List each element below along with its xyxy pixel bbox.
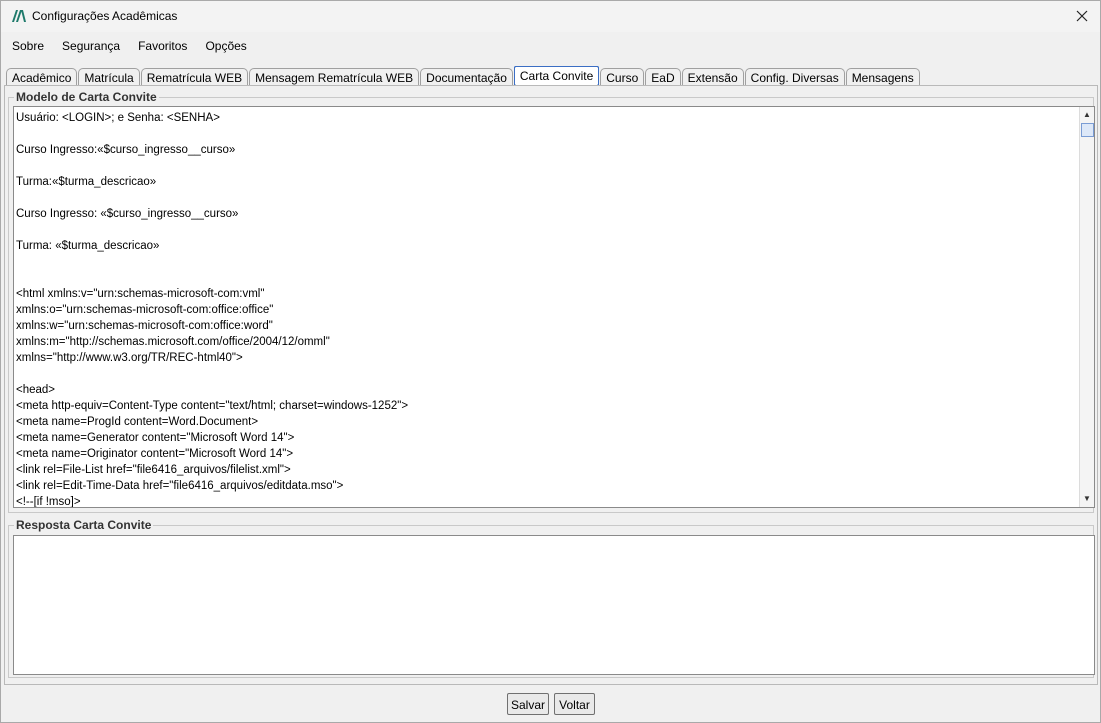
- title-bar: Configurações Acadêmicas: [1, 1, 1100, 32]
- modelo-text-line: Usuário: <LOGIN>; e Senha: <SENHA>: [16, 112, 220, 124]
- close-icon[interactable]: [1070, 4, 1094, 28]
- modelo-text-line: Turma: «$turma_descricao»: [16, 240, 160, 252]
- main-window: Configurações Acadêmicas Sobre Segurança…: [0, 0, 1101, 723]
- modelo-text-line: [16, 366, 1074, 382]
- logo-icon: [11, 9, 27, 23]
- modelo-text-line: xmlns="http://www.w3.org/TR/REC-html40">: [16, 352, 243, 364]
- modelo-text-line: [16, 254, 1074, 270]
- modelo-textarea[interactable]: Usuário: <LOGIN>; e Senha: <SENHA> Curso …: [13, 106, 1095, 508]
- menu-opcoes[interactable]: Opções: [195, 34, 254, 58]
- modelo-text-line: [16, 190, 1074, 206]
- scroll-up-icon[interactable]: ▲: [1081, 109, 1093, 121]
- back-button[interactable]: Voltar: [554, 693, 595, 715]
- button-bar: Salvar Voltar: [1, 687, 1100, 723]
- tab-panel-carta-convite: Modelo de Carta Convite Usuário: <LOGIN>…: [4, 85, 1098, 685]
- save-button[interactable]: Salvar: [507, 693, 549, 715]
- modelo-text-line: <meta name=Generator content="Microsoft …: [16, 432, 295, 444]
- modelo-text-line: Curso Ingresso:«$curso_ingresso__curso»: [16, 144, 236, 156]
- modelo-text-line: [16, 158, 1074, 174]
- group-resposta-label: Resposta Carta Convite: [14, 518, 154, 532]
- tab-strip: Acadêmico Matrícula Rematrícula WEB Mens…: [6, 65, 921, 87]
- menu-seguranca[interactable]: Segurança: [52, 34, 128, 58]
- modelo-text-line: <meta name=Originator content="Microsoft…: [16, 448, 294, 460]
- modelo-text-line: [16, 222, 1074, 238]
- menu-sobre[interactable]: Sobre: [2, 34, 52, 58]
- window-title: Configurações Acadêmicas: [32, 9, 178, 23]
- modelo-text: Usuário: <LOGIN>; e Senha: <SENHA> Curso …: [16, 110, 1074, 508]
- menu-favoritos[interactable]: Favoritos: [128, 34, 195, 58]
- modelo-text-line: <!--[if !mso]>: [16, 496, 81, 508]
- resposta-textarea[interactable]: [13, 535, 1095, 675]
- modelo-text-line: Curso Ingresso: «$curso_ingresso__curso»: [16, 208, 239, 220]
- modelo-text-line: <meta name=ProgId content=Word.Document>: [16, 416, 259, 428]
- modelo-text-line: Turma:«$turma_descricao»: [16, 176, 157, 188]
- group-modelo-label: Modelo de Carta Convite: [14, 90, 159, 104]
- modelo-text-line: xmlns:m="http://schemas.microsoft.com/of…: [16, 336, 330, 348]
- scroll-down-icon[interactable]: ▼: [1081, 493, 1093, 505]
- modelo-text-line: [16, 126, 1074, 142]
- modelo-text-line: <link rel=File-List href="file6416_arqui…: [16, 464, 291, 476]
- modelo-text-line: xmlns:w="urn:schemas-microsoft-com:offic…: [16, 320, 273, 332]
- modelo-text-line: xmlns:o="urn:schemas-microsoft-com:offic…: [16, 304, 274, 316]
- menu-bar: Sobre Segurança Favoritos Opções: [2, 34, 1099, 58]
- tab-carta-convite[interactable]: Carta Convite: [513, 66, 600, 86]
- modelo-text-line: <link rel=Edit-Time-Data href="file6416_…: [16, 480, 344, 492]
- modelo-text-line: <html xmlns:v="urn:schemas-microsoft-com…: [16, 288, 265, 300]
- modelo-text-line: [16, 270, 1074, 286]
- modelo-text-line: <meta http-equiv=Content-Type content="t…: [16, 400, 409, 412]
- modelo-text-line: <head>: [16, 384, 56, 396]
- scroll-thumb[interactable]: [1081, 123, 1094, 137]
- modelo-scrollbar[interactable]: ▲ ▼: [1079, 107, 1094, 507]
